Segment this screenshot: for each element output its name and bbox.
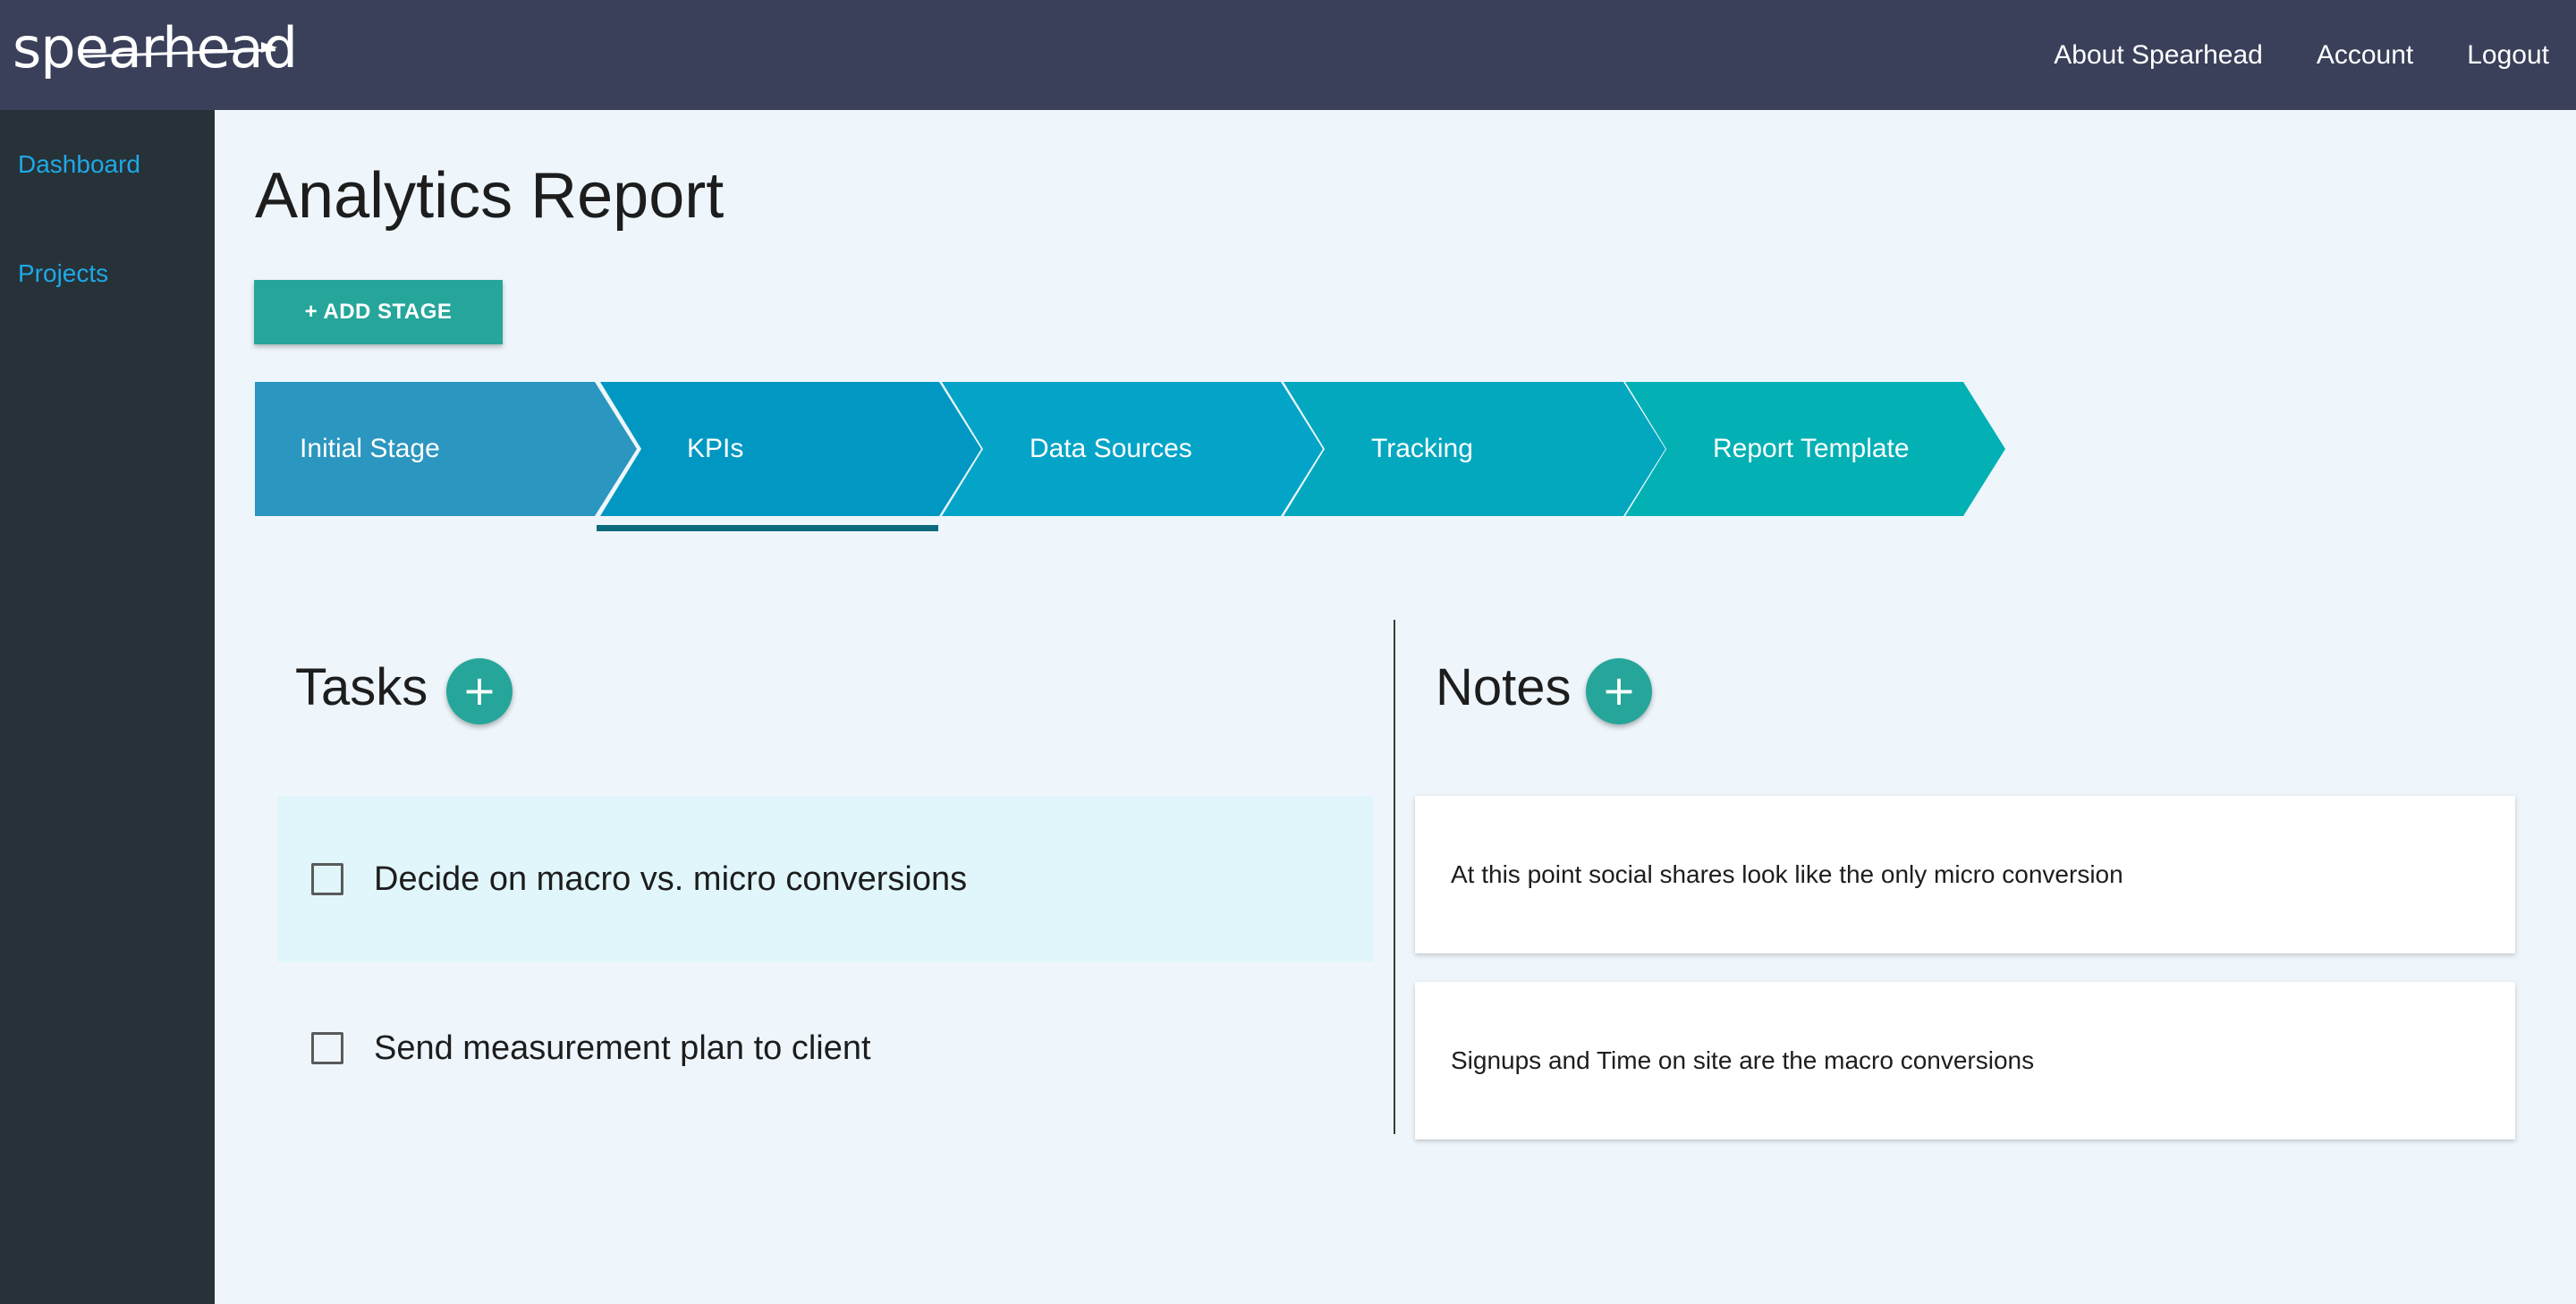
plus-icon: + [1601,666,1637,715]
top-nav: About Spearhead Account Logout [2027,0,2576,110]
note-card[interactable]: At this point social shares look like th… [1415,796,2515,953]
logo-arrow-icon [261,42,277,53]
stage-report-template[interactable]: Report Template [1713,382,2106,516]
task-checkbox[interactable] [311,863,343,895]
stage-label: Tracking [1371,434,1473,463]
stage-label: KPIs [687,434,744,463]
stage-tracking[interactable]: Tracking [1371,382,1765,516]
active-stage-indicator [597,525,938,531]
stage-label: Report Template [1713,434,1910,463]
nav-logout[interactable]: Logout [2467,40,2549,71]
column-divider [1394,620,1395,1134]
add-stage-button[interactable]: + ADD STAGE [254,280,503,344]
tasks-heading: Tasks [295,658,428,716]
note-text: At this point social shares look like th… [1451,860,2123,888]
add-note-button[interactable]: + [1586,658,1652,724]
sidebar: Dashboard Projects [0,110,215,1304]
nav-account[interactable]: Account [2317,40,2413,71]
task-item[interactable]: Send measurement plan to client [277,965,1373,1131]
page-title: Analytics Report [255,160,724,232]
stage-label: Data Sources [1030,434,1192,463]
task-checkbox[interactable] [311,1032,343,1064]
note-text: Signups and Time on site are the macro c… [1451,1046,2035,1074]
notes-heading: Notes [1436,658,1572,716]
top-bar: spearhead About Spearhead Account Logout [0,0,2576,110]
add-task-button[interactable]: + [446,658,513,724]
stage-data-sources[interactable]: Data Sources [1030,382,1423,516]
task-text: Decide on macro vs. micro conversions [374,859,968,898]
stage-label: Initial Stage [300,434,440,463]
task-item[interactable]: Decide on macro vs. micro conversions [277,796,1373,962]
nav-about-spearhead[interactable]: About Spearhead [2054,40,2263,71]
stage-initial[interactable]: Initial Stage [300,382,693,516]
sidebar-item-dashboard[interactable]: Dashboard [18,150,140,179]
task-text: Send measurement plan to client [374,1029,871,1067]
sidebar-item-projects[interactable]: Projects [18,259,108,288]
note-card[interactable]: Signups and Time on site are the macro c… [1415,982,2515,1139]
plus-icon: + [462,666,497,715]
stage-kpis[interactable]: KPIs [687,382,1080,516]
